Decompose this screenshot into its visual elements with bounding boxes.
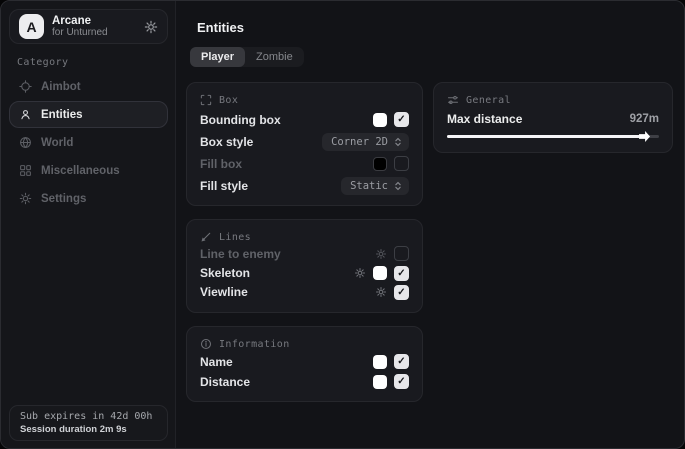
color-swatch[interactable]	[373, 375, 387, 389]
section-lines: Lines Line to enemy Skeleton	[186, 219, 423, 313]
person-scan-icon	[19, 108, 32, 121]
sidebar-item-entities[interactable]: Entities	[9, 101, 168, 128]
app-subtitle: for Unturned	[52, 27, 136, 38]
sub-expires-text: Sub expires in 42d 00h	[20, 411, 157, 422]
app-logo: A	[19, 14, 44, 39]
setting-label: Distance	[200, 375, 250, 389]
checkbox[interactable]	[394, 354, 409, 369]
dropdown[interactable]: Corner 2D	[322, 133, 409, 151]
brand-text: Arcane for Unturned	[52, 15, 136, 39]
checkbox[interactable]	[394, 156, 409, 171]
tab-strip: Player Zombie	[190, 47, 304, 67]
chevron-up-down-icon	[393, 181, 403, 191]
slider-value: 927m	[630, 113, 659, 125]
section-header: Information	[200, 338, 409, 350]
setting-row-distance: Distance	[200, 373, 409, 390]
page-title: Entities	[197, 20, 244, 35]
sliders-icon	[447, 94, 459, 106]
setting-label: Fill style	[200, 179, 248, 193]
chevron-up-down-icon	[393, 137, 403, 147]
color-swatch[interactable]	[373, 113, 387, 127]
sidebar-item-label: Entities	[41, 109, 83, 121]
sidebar-item-miscellaneous[interactable]: Miscellaneous	[9, 157, 168, 184]
section-title: Box	[219, 95, 238, 106]
setting-row-line-to-enemy: Line to enemy	[200, 245, 409, 262]
setting-label: Line to enemy	[200, 247, 281, 261]
setting-row-box-style: Box style Corner 2D	[200, 133, 409, 150]
setting-row-skeleton: Skeleton	[200, 265, 409, 282]
section-box: Box Bounding box Box style Corner 2D Fil…	[186, 82, 423, 206]
tab-zombie[interactable]: Zombie	[245, 47, 304, 67]
app-title: Arcane	[52, 15, 136, 28]
setting-row-viewline: Viewline	[200, 284, 409, 301]
slider-handle[interactable]	[639, 131, 650, 142]
dropdown-value: Corner 2D	[331, 136, 388, 148]
setting-row-max-distance: Max distance 927m	[447, 111, 659, 128]
setting-label: Fill box	[200, 157, 242, 171]
frame-corners-icon	[200, 94, 212, 106]
checkbox[interactable]	[394, 266, 409, 281]
section-information: Information Name Distance	[186, 326, 423, 402]
setting-label: Box style	[200, 135, 253, 149]
gear-icon[interactable]	[354, 267, 366, 279]
globe-icon	[19, 136, 32, 149]
setting-row-name: Name	[200, 353, 409, 370]
color-swatch[interactable]	[373, 157, 387, 171]
info-circle-icon	[200, 338, 212, 350]
app-window: A Arcane for Unturned Category A	[0, 0, 685, 449]
color-swatch[interactable]	[373, 355, 387, 369]
sidebar: A Arcane for Unturned Category A	[1, 1, 176, 448]
crosshair-icon	[19, 80, 32, 93]
checkbox[interactable]	[394, 246, 409, 261]
gear-icon[interactable]	[375, 286, 387, 298]
color-swatch[interactable]	[373, 266, 387, 280]
sidebar-item-label: Miscellaneous	[41, 165, 120, 177]
setting-label: Max distance	[447, 112, 522, 126]
gear-icon[interactable]	[375, 248, 387, 260]
setting-row-fill-style: Fill style Static	[200, 177, 409, 194]
category-label: Category	[17, 57, 68, 68]
section-header: Box	[200, 94, 409, 106]
subscription-card: Sub expires in 42d 00h Session duration …	[9, 405, 168, 441]
sidebar-item-label: Aimbot	[41, 81, 81, 93]
pencil-line-icon	[200, 231, 212, 243]
checkbox[interactable]	[394, 285, 409, 300]
session-duration-text: Session duration 2m 9s	[20, 424, 157, 435]
section-header: Lines	[200, 231, 409, 243]
checkbox[interactable]	[394, 112, 409, 127]
sidebar-item-world[interactable]: World	[9, 129, 168, 156]
sidebar-nav: Aimbot Entities World	[9, 73, 168, 212]
sidebar-item-label: World	[41, 137, 73, 149]
section-general: General Max distance 927m	[433, 82, 673, 153]
setting-label: Name	[200, 355, 233, 369]
sidebar-item-label: Settings	[41, 193, 86, 205]
max-distance-slider[interactable]	[447, 132, 659, 141]
section-header: General	[447, 94, 659, 106]
tab-player[interactable]: Player	[190, 47, 245, 67]
section-title: Information	[219, 339, 290, 350]
brand-card: A Arcane for Unturned	[9, 9, 168, 44]
checkbox[interactable]	[394, 374, 409, 389]
sidebar-item-aimbot[interactable]: Aimbot	[9, 73, 168, 100]
setting-label: Bounding box	[200, 113, 281, 127]
dropdown[interactable]: Static	[341, 177, 409, 195]
setting-row-fill-box: Fill box	[200, 155, 409, 172]
section-title: General	[466, 95, 511, 106]
setting-label: Skeleton	[200, 266, 250, 280]
section-title: Lines	[219, 232, 251, 243]
sidebar-item-settings[interactable]: Settings	[9, 185, 168, 212]
gear-icon	[19, 192, 32, 205]
slider-fill	[447, 135, 642, 138]
dropdown-value: Static	[350, 180, 388, 192]
setting-row-bounding-box: Bounding box	[200, 111, 409, 128]
gear-icon[interactable]	[144, 20, 158, 34]
setting-label: Viewline	[200, 285, 248, 299]
layout-grid-icon	[19, 164, 32, 177]
